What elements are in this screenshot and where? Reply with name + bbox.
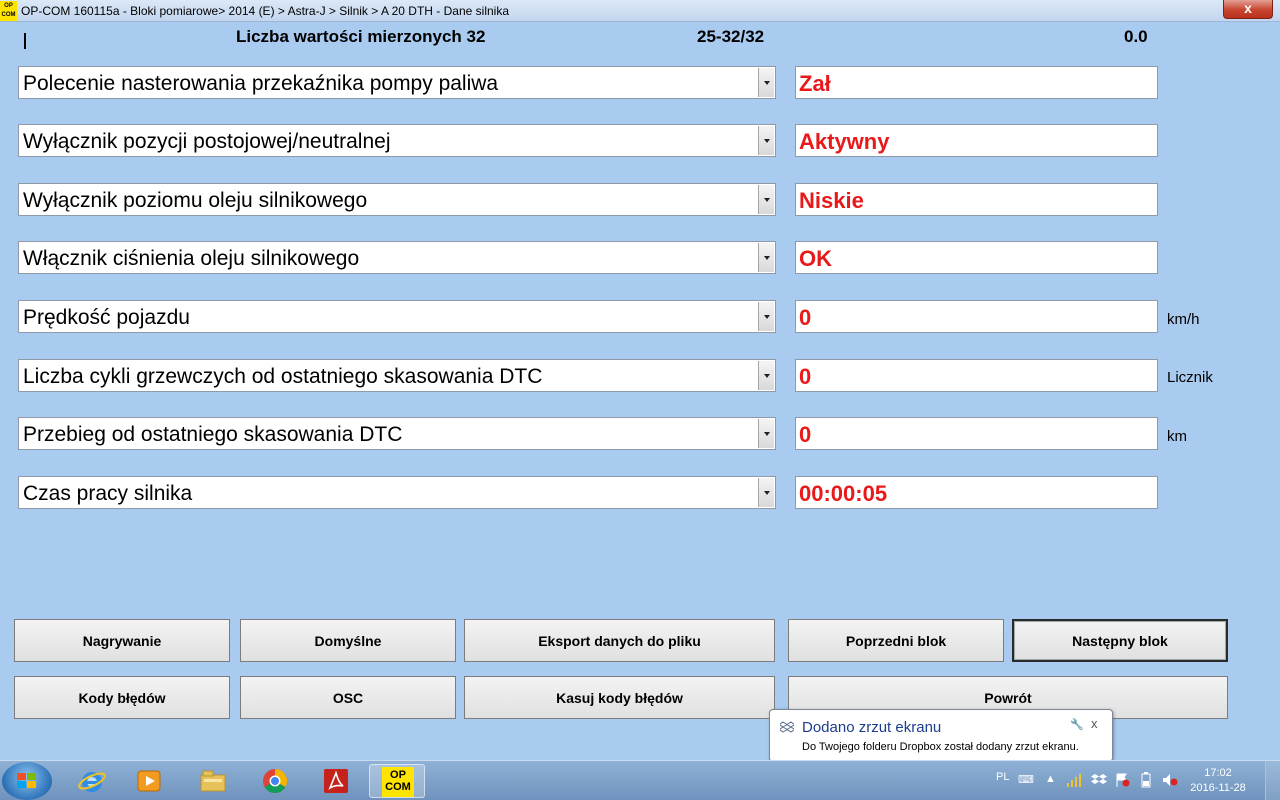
parameter-label: Polecenie nasterowania przekaźnika pompy…	[23, 72, 499, 95]
chevron-down-icon[interactable]	[758, 243, 774, 272]
export-button[interactable]: Eksport danych do pliku	[464, 619, 775, 662]
parameter-value: Zał	[799, 71, 831, 96]
parameter-value: Niskie	[799, 188, 864, 213]
parameter-value-field: Zał	[795, 66, 1158, 99]
taskbar-chrome[interactable]	[247, 764, 303, 798]
notification-body: Do Twojego folderu Dropbox został dodany…	[802, 741, 1079, 753]
opcom-icon-text-top: OP	[390, 769, 406, 781]
notification-title: Dodano zrzut ekranu	[802, 719, 942, 736]
taskbar-explorer[interactable]	[185, 764, 241, 798]
chevron-down-icon[interactable]	[758, 302, 774, 331]
parameter-select[interactable]: Wyłącznik pozycji postojowej/neutralnej	[18, 124, 776, 157]
taskbar-acrobat[interactable]	[308, 764, 364, 798]
parameter-value: 00:00:05	[799, 481, 888, 506]
record-button[interactable]: Nagrywanie	[14, 619, 230, 662]
clock-time: 17:02	[1204, 767, 1232, 779]
windows-logo-icon	[17, 773, 37, 789]
battery-icon[interactable]	[1139, 772, 1153, 788]
opcom-icon-text-bottom: COM	[385, 781, 411, 793]
media-player-icon	[137, 770, 161, 792]
internet-explorer-icon	[78, 772, 106, 792]
parameter-unit: Licznik	[1167, 369, 1213, 386]
parameter-label: Wyłącznik poziomu oleju silnikowego	[23, 189, 368, 212]
parameter-select[interactable]: Polecenie nasterowania przekaźnika pompy…	[18, 66, 776, 99]
parameter-select[interactable]: Przebieg od ostatniego skasowania DTC	[18, 417, 776, 450]
parameter-value-field: Aktywny	[795, 124, 1158, 157]
parameter-value: Aktywny	[799, 129, 890, 154]
parameter-label: Wyłącznik pozycji postojowej/neutralnej	[23, 130, 391, 153]
title-bar: OP COM OP-COM 160115a - Bloki pomiarowe>…	[0, 0, 1280, 22]
default-button[interactable]: Domyślne	[240, 619, 456, 662]
dropbox-icon	[780, 721, 794, 733]
parameter-select[interactable]: Wyłącznik poziomu oleju silnikowego	[18, 183, 776, 216]
osc-button[interactable]: OSC	[240, 676, 456, 719]
chevron-down-icon[interactable]	[758, 478, 774, 507]
parameter-value: 0	[799, 305, 812, 330]
parameter-label: Czas pracy silnika	[23, 482, 193, 505]
dropbox-tray-icon[interactable]	[1091, 773, 1107, 787]
window-close-button[interactable]: x	[1223, 0, 1273, 19]
system-clock[interactable]: 17:02 2016-11-28	[1190, 766, 1246, 796]
parameter-value-field: 0	[795, 300, 1158, 333]
measured-values-count: Liczba wartości mierzonych 32	[236, 27, 486, 46]
error-codes-button[interactable]: Kody błędów	[14, 676, 230, 719]
volume-muted-icon[interactable]	[1162, 773, 1178, 787]
keyboard-icon[interactable]: ⌨	[1018, 773, 1034, 786]
parameter-value: 0	[799, 364, 812, 389]
pdf-icon	[324, 769, 348, 793]
parameter-unit: km	[1167, 428, 1187, 445]
previous-block-button[interactable]: Poprzedni blok	[788, 619, 1004, 662]
clear-error-codes-button[interactable]: Kasuj kody błędów	[464, 676, 775, 719]
parameter-value-field: Niskie	[795, 183, 1158, 216]
parameter-select[interactable]: Prędkość pojazdu	[18, 300, 776, 333]
parameter-value-field: 0	[795, 359, 1158, 392]
signal-strength-icon[interactable]	[1066, 773, 1082, 787]
action-center-flag-icon[interactable]	[1114, 773, 1130, 787]
parameter-select[interactable]: Czas pracy silnika	[18, 476, 776, 509]
parameter-select[interactable]: Włącznik ciśnienia oleju silnikowego	[18, 241, 776, 274]
window-title: OP-COM 160115a - Bloki pomiarowe> 2014 (…	[21, 4, 509, 18]
parameter-label: Włącznik ciśnienia oleju silnikowego	[23, 247, 360, 270]
show-desktop-button[interactable]	[1265, 761, 1280, 800]
chrome-icon	[263, 769, 288, 794]
opcom-taskbar-icon: OP COM	[382, 767, 414, 797]
parameter-value-field: 00:00:05	[795, 476, 1158, 509]
show-hidden-icons-icon[interactable]: ▲	[1045, 773, 1056, 785]
block-range: 25-32/32	[697, 27, 765, 46]
parameter-label: Przebieg od ostatniego skasowania DTC	[23, 423, 403, 446]
taskbar-ie[interactable]	[64, 764, 120, 798]
parameter-value: 0	[799, 422, 812, 447]
next-block-button[interactable]: Następny blok	[1012, 619, 1228, 662]
notification-close-button[interactable]: x	[1091, 716, 1098, 731]
taskbar-opcom[interactable]: OP COM	[369, 764, 425, 798]
start-button[interactable]	[2, 762, 52, 800]
taskbar: OP COM PL ⌨ ▲ 17:02 2016-11-28	[0, 760, 1280, 800]
parameter-unit: km/h	[1167, 311, 1200, 328]
text-cursor-mark	[24, 33, 26, 49]
dropbox-notification[interactable]: Dodano zrzut ekranu Do Twojego folderu D…	[769, 709, 1113, 762]
parameter-label: Prędkość pojazdu	[23, 306, 190, 329]
parameter-select[interactable]: Liczba cykli grzewczych od ostatniego sk…	[18, 359, 776, 392]
language-indicator[interactable]: PL	[996, 771, 1009, 783]
app-icon-text-top: OP	[4, 3, 13, 9]
folder-icon	[200, 770, 226, 792]
parameter-label: Liczba cykli grzewczych od ostatniego sk…	[23, 365, 543, 388]
chevron-down-icon[interactable]	[758, 126, 774, 155]
chevron-down-icon[interactable]	[758, 185, 774, 214]
header-value: 0.0	[1124, 27, 1148, 46]
wrench-icon[interactable]: 🔧	[1070, 718, 1084, 731]
parameter-value-field: 0	[795, 417, 1158, 450]
taskbar-media-player[interactable]	[121, 764, 177, 798]
chevron-down-icon[interactable]	[758, 419, 774, 448]
parameter-value-field: OK	[795, 241, 1158, 274]
chevron-down-icon[interactable]	[758, 68, 774, 97]
app-icon-text-bottom: COM	[1, 12, 16, 18]
opcom-app-icon[interactable]: OP COM	[0, 1, 17, 21]
clock-date: 2016-11-28	[1190, 782, 1246, 794]
chevron-down-icon[interactable]	[758, 361, 774, 390]
parameter-value: OK	[799, 246, 832, 271]
